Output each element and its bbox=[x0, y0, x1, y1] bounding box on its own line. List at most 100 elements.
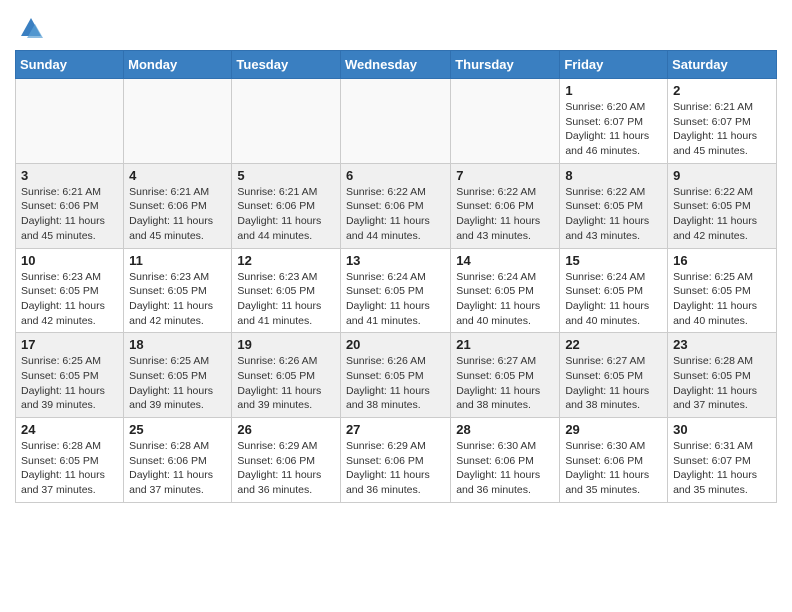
calendar-cell: 1Sunrise: 6:20 AM Sunset: 6:07 PM Daylig… bbox=[560, 79, 668, 164]
day-info: Sunrise: 6:21 AM Sunset: 6:06 PM Dayligh… bbox=[237, 185, 335, 244]
logo bbox=[15, 14, 45, 42]
logo-icon bbox=[17, 14, 45, 42]
day-info: Sunrise: 6:29 AM Sunset: 6:06 PM Dayligh… bbox=[237, 439, 335, 498]
day-number: 13 bbox=[346, 253, 445, 268]
day-info: Sunrise: 6:22 AM Sunset: 6:05 PM Dayligh… bbox=[673, 185, 771, 244]
day-info: Sunrise: 6:30 AM Sunset: 6:06 PM Dayligh… bbox=[456, 439, 554, 498]
column-header-wednesday: Wednesday bbox=[340, 51, 450, 79]
day-info: Sunrise: 6:21 AM Sunset: 6:06 PM Dayligh… bbox=[21, 185, 118, 244]
calendar-cell: 18 Sunrise: 6:25 AM Sunset: 6:05 PM Dayli… bbox=[124, 333, 232, 418]
day-number: 12 bbox=[237, 253, 335, 268]
day-info: Sunrise: 6:31 AM Sunset: 6:07 PM Dayligh… bbox=[673, 439, 771, 498]
day-number: 22 bbox=[565, 337, 662, 352]
day-number: 3 bbox=[21, 168, 118, 183]
day-number: 30 bbox=[673, 422, 771, 437]
header-row: SundayMondayTuesdayWednesdayThursdayFrid… bbox=[16, 51, 777, 79]
week-row: 10 Sunrise: 6:23 AM Sunset: 6:05 PM Dayli… bbox=[16, 248, 777, 333]
day-number: 26 bbox=[237, 422, 335, 437]
day-info: Sunrise: 6:23 AM Sunset: 6:05 PM Dayligh… bbox=[237, 270, 335, 329]
calendar-cell: 3 Sunrise: 6:21 AM Sunset: 6:06 PM Daylig… bbox=[16, 163, 124, 248]
day-info: Sunrise: 6:23 AM Sunset: 6:05 PM Dayligh… bbox=[21, 270, 118, 329]
calendar-cell bbox=[124, 79, 232, 164]
day-number: 9 bbox=[673, 168, 771, 183]
day-info: Sunrise: 6:23 AM Sunset: 6:05 PM Dayligh… bbox=[129, 270, 226, 329]
calendar-cell: 14 Sunrise: 6:24 AM Sunset: 6:05 PM Dayli… bbox=[451, 248, 560, 333]
column-header-saturday: Saturday bbox=[668, 51, 777, 79]
day-number: 5 bbox=[237, 168, 335, 183]
day-info: Sunrise: 6:25 AM Sunset: 6:05 PM Dayligh… bbox=[673, 270, 771, 329]
week-row: 3 Sunrise: 6:21 AM Sunset: 6:06 PM Daylig… bbox=[16, 163, 777, 248]
day-number: 18 bbox=[129, 337, 226, 352]
calendar-cell bbox=[16, 79, 124, 164]
calendar-cell: 12 Sunrise: 6:23 AM Sunset: 6:05 PM Dayli… bbox=[232, 248, 341, 333]
calendar-cell: 16 Sunrise: 6:25 AM Sunset: 6:05 PM Dayli… bbox=[668, 248, 777, 333]
week-row: 17 Sunrise: 6:25 AM Sunset: 6:05 PM Dayli… bbox=[16, 333, 777, 418]
calendar-cell bbox=[340, 79, 450, 164]
day-info: Sunrise: 6:24 AM Sunset: 6:05 PM Dayligh… bbox=[346, 270, 445, 329]
calendar-cell: 17 Sunrise: 6:25 AM Sunset: 6:05 PM Dayli… bbox=[16, 333, 124, 418]
calendar-cell: 5 Sunrise: 6:21 AM Sunset: 6:06 PM Daylig… bbox=[232, 163, 341, 248]
calendar-cell: 24 Sunrise: 6:28 AM Sunset: 6:05 PM Dayli… bbox=[16, 418, 124, 503]
calendar-cell: 9 Sunrise: 6:22 AM Sunset: 6:05 PM Daylig… bbox=[668, 163, 777, 248]
column-header-tuesday: Tuesday bbox=[232, 51, 341, 79]
day-number: 2 bbox=[673, 83, 771, 98]
day-info: Sunrise: 6:30 AM Sunset: 6:06 PM Dayligh… bbox=[565, 439, 662, 498]
day-info: Sunrise: 6:26 AM Sunset: 6:05 PM Dayligh… bbox=[346, 354, 445, 413]
day-number: 14 bbox=[456, 253, 554, 268]
day-number: 17 bbox=[21, 337, 118, 352]
day-info: Sunrise: 6:26 AM Sunset: 6:05 PM Dayligh… bbox=[237, 354, 335, 413]
calendar-cell: 15Sunrise: 6:24 AM Sunset: 6:05 PM Dayli… bbox=[560, 248, 668, 333]
day-info: Sunrise: 6:22 AM Sunset: 6:05 PM Dayligh… bbox=[565, 185, 662, 244]
calendar-cell: 20 Sunrise: 6:26 AM Sunset: 6:05 PM Dayli… bbox=[340, 333, 450, 418]
day-number: 28 bbox=[456, 422, 554, 437]
calendar-table: SundayMondayTuesdayWednesdayThursdayFrid… bbox=[15, 50, 777, 503]
day-number: 4 bbox=[129, 168, 226, 183]
day-info: Sunrise: 6:25 AM Sunset: 6:05 PM Dayligh… bbox=[21, 354, 118, 413]
day-info: Sunrise: 6:29 AM Sunset: 6:06 PM Dayligh… bbox=[346, 439, 445, 498]
day-info: Sunrise: 6:28 AM Sunset: 6:06 PM Dayligh… bbox=[129, 439, 226, 498]
day-number: 10 bbox=[21, 253, 118, 268]
calendar-cell: 22Sunrise: 6:27 AM Sunset: 6:05 PM Dayli… bbox=[560, 333, 668, 418]
column-header-friday: Friday bbox=[560, 51, 668, 79]
day-number: 24 bbox=[21, 422, 118, 437]
calendar-cell: 19 Sunrise: 6:26 AM Sunset: 6:05 PM Dayli… bbox=[232, 333, 341, 418]
day-info: Sunrise: 6:22 AM Sunset: 6:06 PM Dayligh… bbox=[456, 185, 554, 244]
day-number: 11 bbox=[129, 253, 226, 268]
day-number: 25 bbox=[129, 422, 226, 437]
day-number: 19 bbox=[237, 337, 335, 352]
day-info: Sunrise: 6:25 AM Sunset: 6:05 PM Dayligh… bbox=[129, 354, 226, 413]
header bbox=[15, 10, 777, 42]
column-header-monday: Monday bbox=[124, 51, 232, 79]
day-number: 7 bbox=[456, 168, 554, 183]
calendar-cell bbox=[451, 79, 560, 164]
calendar-header: SundayMondayTuesdayWednesdayThursdayFrid… bbox=[16, 51, 777, 79]
calendar-cell: 4 Sunrise: 6:21 AM Sunset: 6:06 PM Daylig… bbox=[124, 163, 232, 248]
calendar-cell: 8 Sunrise: 6:22 AM Sunset: 6:05 PM Daylig… bbox=[560, 163, 668, 248]
calendar-cell: 26 Sunrise: 6:29 AM Sunset: 6:06 PM Dayli… bbox=[232, 418, 341, 503]
day-number: 6 bbox=[346, 168, 445, 183]
day-info: Sunrise: 6:24 AM Sunset: 6:05 PM Dayligh… bbox=[456, 270, 554, 329]
column-header-sunday: Sunday bbox=[16, 51, 124, 79]
calendar-body: 1Sunrise: 6:20 AM Sunset: 6:07 PM Daylig… bbox=[16, 79, 777, 503]
calendar-cell: 28 Sunrise: 6:30 AM Sunset: 6:06 PM Dayli… bbox=[451, 418, 560, 503]
day-number: 21 bbox=[456, 337, 554, 352]
day-info: Sunrise: 6:28 AM Sunset: 6:05 PM Dayligh… bbox=[21, 439, 118, 498]
day-number: 27 bbox=[346, 422, 445, 437]
calendar-cell: 7 Sunrise: 6:22 AM Sunset: 6:06 PM Daylig… bbox=[451, 163, 560, 248]
day-number: 8 bbox=[565, 168, 662, 183]
calendar-cell: 23Sunrise: 6:28 AM Sunset: 6:05 PM Dayli… bbox=[668, 333, 777, 418]
day-info: Sunrise: 6:21 AM Sunset: 6:06 PM Dayligh… bbox=[129, 185, 226, 244]
day-number: 20 bbox=[346, 337, 445, 352]
week-row: 1Sunrise: 6:20 AM Sunset: 6:07 PM Daylig… bbox=[16, 79, 777, 164]
day-number: 16 bbox=[673, 253, 771, 268]
calendar-cell: 13 Sunrise: 6:24 AM Sunset: 6:05 PM Dayli… bbox=[340, 248, 450, 333]
day-number: 29 bbox=[565, 422, 662, 437]
day-info: Sunrise: 6:21 AM Sunset: 6:07 PM Dayligh… bbox=[673, 100, 771, 159]
calendar-cell: 10 Sunrise: 6:23 AM Sunset: 6:05 PM Dayli… bbox=[16, 248, 124, 333]
calendar-cell: 2 Sunrise: 6:21 AM Sunset: 6:07 PM Daylig… bbox=[668, 79, 777, 164]
day-info: Sunrise: 6:20 AM Sunset: 6:07 PM Dayligh… bbox=[565, 100, 662, 159]
calendar-cell bbox=[232, 79, 341, 164]
calendar-cell: 29 Sunrise: 6:30 AM Sunset: 6:06 PM Dayli… bbox=[560, 418, 668, 503]
day-info: Sunrise: 6:27 AM Sunset: 6:05 PM Dayligh… bbox=[456, 354, 554, 413]
calendar-cell: 11 Sunrise: 6:23 AM Sunset: 6:05 PM Dayli… bbox=[124, 248, 232, 333]
